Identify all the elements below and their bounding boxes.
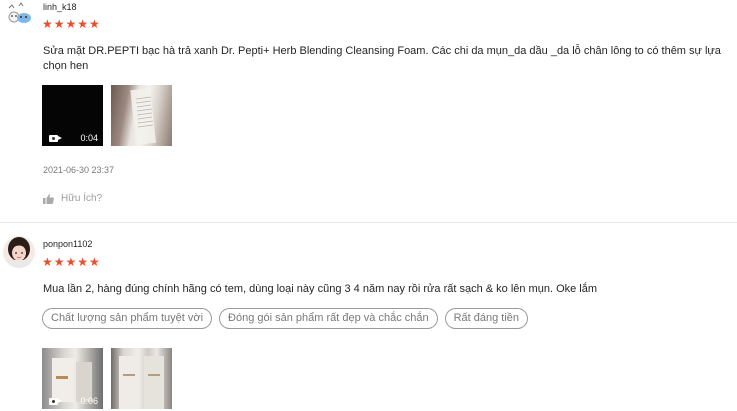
review-media: 0:04 xyxy=(42,85,172,146)
avatar[interactable] xyxy=(6,0,34,28)
video-overlay: 0:04 xyxy=(42,130,103,146)
username[interactable]: ponpon1102 xyxy=(43,239,92,249)
review-item: linh_k18 ★★★★★ Sửa mặt DR.PEPTI bạc hà t… xyxy=(0,0,737,222)
review-tag: Đóng gói sản phẩm rất đẹp và chắc chắn xyxy=(219,308,438,329)
thumbs-up-icon xyxy=(43,193,54,204)
video-camera-icon xyxy=(49,397,62,405)
image-thumbnail[interactable] xyxy=(111,348,172,409)
helpful-label: Hữu Ích? xyxy=(61,193,103,204)
avatar[interactable] xyxy=(3,236,35,268)
review-tag: Chất lượng sản phẩm tuyệt vời xyxy=(42,308,213,329)
review-media: 0:06 xyxy=(42,348,172,409)
video-camera-icon xyxy=(49,134,62,142)
review-date: 2021-06-30 23:37 xyxy=(43,165,115,175)
rating-stars: ★★★★★ xyxy=(42,255,101,269)
review-item: ponpon1102 ★★★★★ Mua lần 2, hàng đúng ch… xyxy=(0,223,737,411)
video-overlay: 0:06 xyxy=(42,393,103,409)
video-duration: 0:04 xyxy=(80,133,98,143)
review-tags: Chất lượng sản phẩm tuyệt vời Đóng gói s… xyxy=(42,308,529,329)
video-duration: 0:06 xyxy=(80,396,98,406)
video-thumbnail[interactable]: 0:04 xyxy=(42,85,103,146)
rating-stars: ★★★★★ xyxy=(42,17,101,31)
review-tag: Rất đáng tiền xyxy=(444,308,529,329)
helpful-button[interactable]: Hữu Ích? xyxy=(43,193,102,204)
review-content: Mua lần 2, hàng đúng chính hãng có tem, … xyxy=(43,283,598,295)
image-thumbnail[interactable] xyxy=(111,85,172,146)
username[interactable]: linh_k18 xyxy=(43,2,77,12)
video-thumbnail[interactable]: 0:06 xyxy=(42,348,103,409)
review-content: Sửa mặt DR.PEPTI bạc hà trả xanh Dr. Pep… xyxy=(43,45,721,72)
